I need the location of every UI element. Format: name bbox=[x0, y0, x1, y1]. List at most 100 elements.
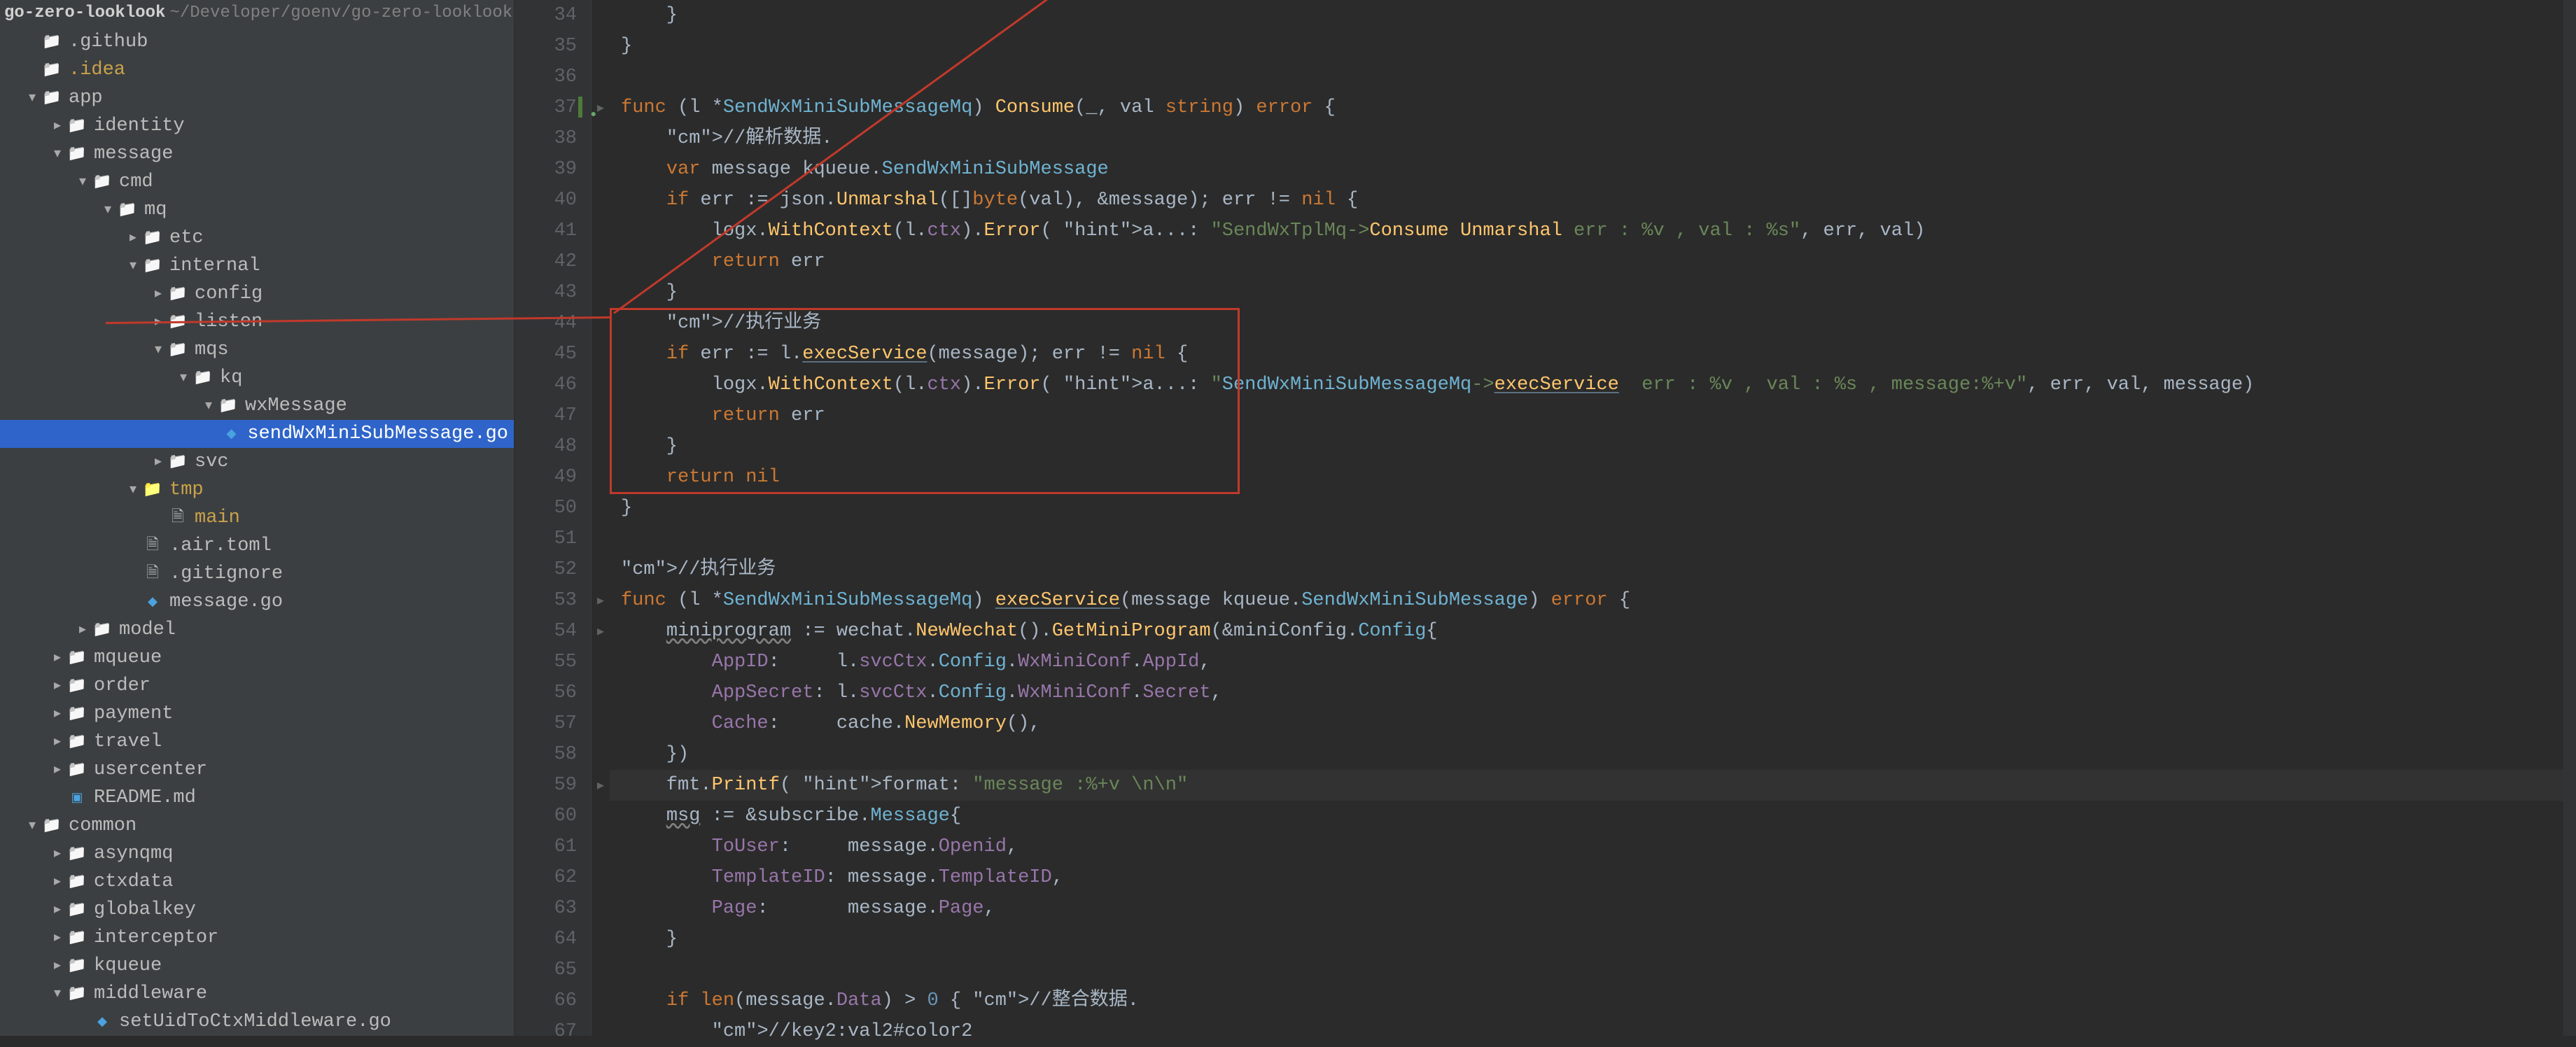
line-number[interactable]: 42 bbox=[514, 246, 577, 277]
chevron-right-icon[interactable]: ▸ bbox=[151, 452, 165, 470]
chevron-down-icon[interactable]: ▾ bbox=[76, 172, 90, 190]
fold-start-icon[interactable]: ▸ bbox=[592, 770, 610, 801]
chevron-right-icon[interactable]: ▸ bbox=[50, 116, 64, 134]
fold-column[interactable]: ▸▸▸▸ bbox=[592, 0, 610, 1036]
tree-item-svc[interactable]: ▸svc bbox=[0, 448, 514, 476]
code-line[interactable]: }) bbox=[621, 739, 2563, 770]
code-line[interactable]: func (l *SendWxMiniSubMessageMq) Consume… bbox=[621, 92, 2563, 123]
line-number[interactable]: 41 bbox=[514, 216, 577, 246]
fold-end-icon[interactable] bbox=[592, 462, 610, 493]
chevron-down-icon[interactable]: ▾ bbox=[50, 984, 64, 1002]
chevron-right-icon[interactable]: ▸ bbox=[50, 732, 64, 750]
tree-item-readme-md[interactable]: ▸README.md bbox=[0, 784, 514, 812]
tree-item-tmp[interactable]: ▾tmp bbox=[0, 476, 514, 504]
line-number[interactable]: 46 bbox=[514, 370, 577, 400]
chevron-down-icon[interactable]: ▾ bbox=[126, 480, 140, 498]
line-number[interactable]: 40 bbox=[514, 185, 577, 216]
tree-item-wxmessage[interactable]: ▾wxMessage bbox=[0, 392, 514, 420]
code-line[interactable]: if err := l.execService(message); err !=… bbox=[621, 339, 2563, 370]
line-number[interactable]: 55 bbox=[514, 647, 577, 677]
tree-item--idea[interactable]: ▸.idea bbox=[0, 56, 514, 84]
chevron-down-icon[interactable]: ▾ bbox=[151, 340, 165, 358]
line-number[interactable]: 66 bbox=[514, 985, 577, 1016]
code-line[interactable]: } bbox=[621, 0, 2563, 31]
code-line[interactable] bbox=[621, 955, 2563, 985]
line-number[interactable]: 35 bbox=[514, 31, 577, 62]
tree-item-cmd[interactable]: ▾cmd bbox=[0, 168, 514, 196]
tree-item-main[interactable]: ▸main bbox=[0, 504, 514, 532]
tree-item-globalkey[interactable]: ▸globalkey bbox=[0, 896, 514, 924]
line-number[interactable]: 62 bbox=[514, 862, 577, 893]
code-line[interactable]: var message kqueue.SendWxMiniSubMessage bbox=[621, 154, 2563, 185]
tree-item-identity[interactable]: ▸identity bbox=[0, 112, 514, 140]
code-line[interactable]: AppSecret: l.svcCtx.Config.WxMiniConf.Se… bbox=[621, 677, 2563, 708]
code-line[interactable]: "cm">//key2:val2#color2 bbox=[621, 1016, 2563, 1047]
code-line[interactable]: } bbox=[621, 493, 2563, 524]
line-number[interactable]: 63 bbox=[514, 893, 577, 924]
code-line[interactable]: logx.WithContext(l.ctx).Error( "hint">a.… bbox=[621, 216, 2563, 246]
tree-item-mqs[interactable]: ▾mqs bbox=[0, 336, 514, 364]
tree-item-etc[interactable]: ▸etc bbox=[0, 224, 514, 252]
line-number[interactable]: 64 bbox=[514, 924, 577, 955]
code-line[interactable] bbox=[621, 62, 2563, 92]
line-number[interactable]: 61 bbox=[514, 831, 577, 862]
chevron-down-icon[interactable]: ▾ bbox=[25, 88, 39, 106]
tree-item-usercenter[interactable]: ▸usercenter bbox=[0, 756, 514, 784]
chevron-right-icon[interactable]: ▸ bbox=[50, 676, 64, 694]
tree-item-common[interactable]: ▾common bbox=[0, 812, 514, 840]
code-editor[interactable]: 3435363738394041424344454647484950515253… bbox=[514, 0, 2576, 1036]
chevron-right-icon[interactable]: ▸ bbox=[151, 284, 165, 302]
line-number[interactable]: 34 bbox=[514, 0, 577, 31]
line-number[interactable]: 49 bbox=[514, 462, 577, 493]
chevron-down-icon[interactable]: ▾ bbox=[25, 816, 39, 834]
chevron-down-icon[interactable]: ▾ bbox=[50, 144, 64, 162]
tree-item-payment[interactable]: ▸payment bbox=[0, 700, 514, 728]
tree-item-travel[interactable]: ▸travel bbox=[0, 728, 514, 756]
code-line[interactable]: AppID: l.svcCtx.Config.WxMiniConf.AppId, bbox=[621, 647, 2563, 677]
line-number[interactable]: 58 bbox=[514, 739, 577, 770]
line-number[interactable]: 57 bbox=[514, 708, 577, 739]
chevron-right-icon[interactable]: ▸ bbox=[76, 620, 90, 638]
line-number[interactable]: 67 bbox=[514, 1016, 577, 1047]
chevron-right-icon[interactable]: ▸ bbox=[50, 872, 64, 890]
tree-item-kq[interactable]: ▾kq bbox=[0, 364, 514, 392]
code-line[interactable]: return nil bbox=[621, 462, 2563, 493]
line-number[interactable]: 60 bbox=[514, 801, 577, 831]
tree-item-config[interactable]: ▸config bbox=[0, 280, 514, 308]
chevron-right-icon[interactable]: ▸ bbox=[50, 928, 64, 946]
chevron-right-icon[interactable]: ▸ bbox=[50, 704, 64, 722]
line-number[interactable]: 54 bbox=[514, 616, 577, 647]
tree-item-middleware[interactable]: ▾middleware bbox=[0, 980, 514, 1008]
tree-item-listen[interactable]: ▸listen bbox=[0, 308, 514, 336]
chevron-down-icon[interactable]: ▾ bbox=[202, 396, 216, 414]
code-line[interactable]: "cm">//解析数据. bbox=[621, 123, 2563, 154]
code-line[interactable] bbox=[621, 524, 2563, 554]
tree-item-setuidtoctxmiddleware-go[interactable]: ▸setUidToCtxMiddleware.go bbox=[0, 1008, 514, 1036]
line-number[interactable]: 51 bbox=[514, 524, 577, 554]
code-line[interactable]: Page: message.Page, bbox=[621, 893, 2563, 924]
line-number[interactable]: 65 bbox=[514, 955, 577, 985]
code-line[interactable]: } bbox=[621, 431, 2563, 462]
line-number[interactable]: 52 bbox=[514, 554, 577, 585]
code-area[interactable]: }} func (l *SendWxMiniSubMessageMq) Consu… bbox=[610, 0, 2563, 1036]
code-line[interactable]: if err := json.Unmarshal([]byte(val), &m… bbox=[621, 185, 2563, 216]
chevron-right-icon[interactable]: ▸ bbox=[50, 648, 64, 666]
chevron-down-icon[interactable]: ▾ bbox=[101, 200, 115, 218]
line-number[interactable]: 45 bbox=[514, 339, 577, 370]
line-number[interactable]: 36 bbox=[514, 62, 577, 92]
code-line[interactable]: Cache: cache.NewMemory(), bbox=[621, 708, 2563, 739]
line-number[interactable]: 38 bbox=[514, 123, 577, 154]
chevron-right-icon[interactable]: ▸ bbox=[50, 956, 64, 974]
line-number[interactable]: 56 bbox=[514, 677, 577, 708]
chevron-right-icon[interactable]: ▸ bbox=[151, 312, 165, 330]
project-tree[interactable]: ▸.github▸.idea▾app▸identity▾message▾cmd▾… bbox=[0, 25, 514, 1036]
tree-item-asynqmq[interactable]: ▸asynqmq bbox=[0, 840, 514, 868]
tree-item--github[interactable]: ▸.github bbox=[0, 28, 514, 56]
tree-item-ctxdata[interactable]: ▸ctxdata bbox=[0, 868, 514, 896]
chevron-right-icon[interactable]: ▸ bbox=[50, 900, 64, 918]
project-tree-panel[interactable]: go-zero-looklook ~/Developer/goenv/go-ze… bbox=[0, 0, 514, 1036]
code-line[interactable]: "cm">//执行业务 bbox=[621, 554, 2563, 585]
tree-item-mqueue[interactable]: ▸mqueue bbox=[0, 644, 514, 672]
tree-item-message-go[interactable]: ▸message.go bbox=[0, 588, 514, 616]
chevron-right-icon[interactable]: ▸ bbox=[126, 228, 140, 246]
